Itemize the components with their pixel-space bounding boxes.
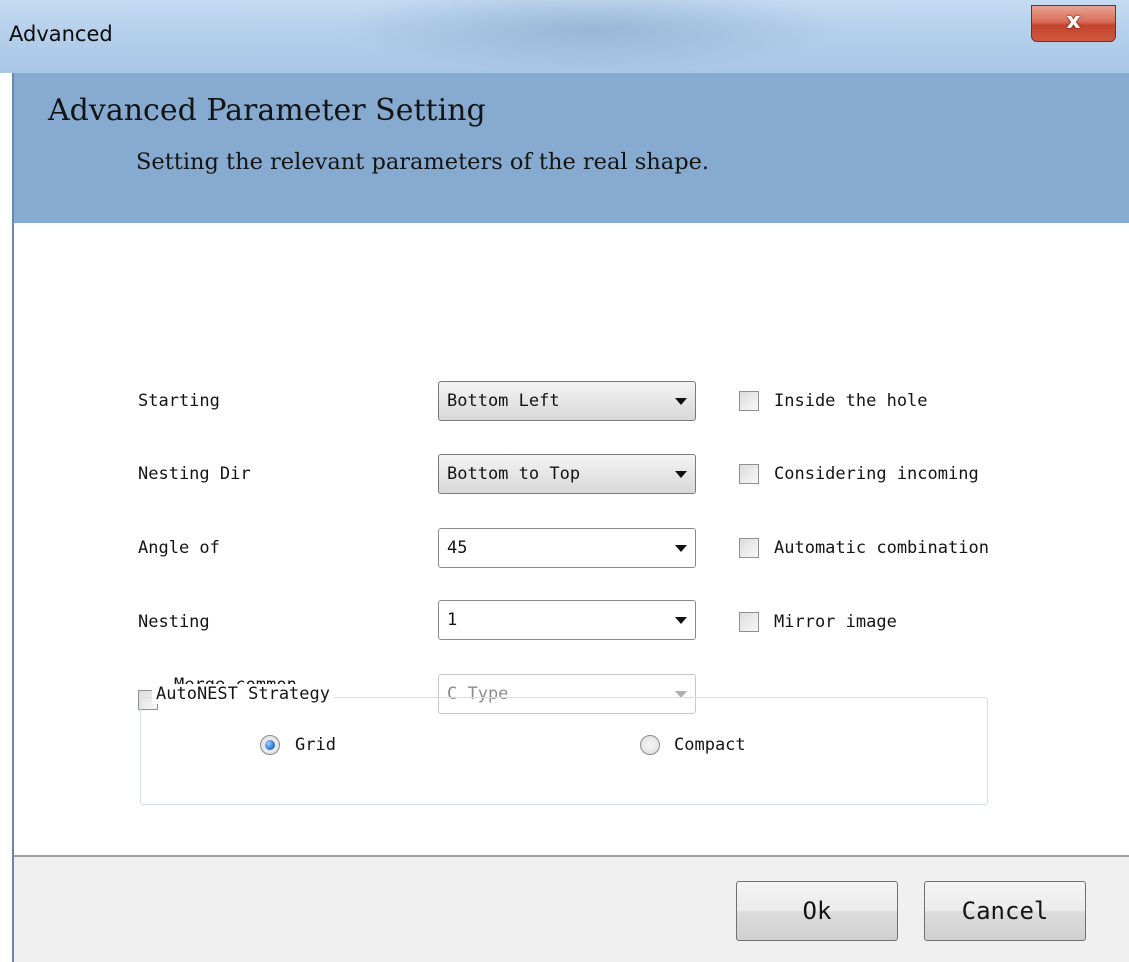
nesting-dir-combo[interactable]: Bottom to Top	[438, 454, 696, 494]
window-title: Advanced	[9, 22, 113, 46]
angle-of-combo[interactable]: 45	[438, 528, 696, 568]
chevron-down-icon[interactable]	[675, 398, 687, 405]
title-bar: Advanced x	[0, 0, 1129, 73]
compact-radio[interactable]	[640, 735, 660, 755]
nesting-combo[interactable]: 1	[438, 600, 696, 640]
inside-the-hole-label: Inside the hole	[774, 391, 928, 411]
mirror-image-label: Mirror image	[774, 612, 897, 632]
inside-the-hole-checkbox[interactable]	[739, 391, 759, 411]
close-button[interactable]: x	[1031, 5, 1116, 42]
ok-button[interactable]: Ok	[736, 881, 898, 941]
considering-incoming-label: Considering incoming	[774, 464, 979, 484]
page-subtitle: Setting the relevant parameters of the r…	[136, 149, 710, 175]
angle-of-value: 45	[447, 538, 468, 558]
cancel-button[interactable]: Cancel	[924, 881, 1086, 941]
nesting-dir-label: Nesting Dir	[138, 464, 251, 484]
nesting-value: 1	[447, 610, 458, 630]
close-icon[interactable]: x	[1032, 9, 1115, 34]
starting-value: Bottom Left	[447, 391, 560, 411]
chevron-down-icon[interactable]	[675, 545, 687, 552]
dialog-window: Advanced Parameter Setting Setting the r…	[12, 73, 1129, 962]
page-title: Advanced Parameter Setting	[48, 93, 486, 128]
starting-combo[interactable]: Bottom Left	[438, 381, 696, 421]
grid-radio[interactable]	[260, 735, 280, 755]
chevron-down-icon[interactable]	[675, 617, 687, 624]
angle-of-label: Angle of	[138, 538, 220, 558]
automatic-combination-checkbox[interactable]	[739, 538, 759, 558]
mirror-image-checkbox[interactable]	[739, 612, 759, 632]
nesting-dir-value: Bottom to Top	[447, 464, 581, 484]
header-band: Advanced Parameter Setting Setting the r…	[14, 73, 1129, 223]
grid-label: Grid	[295, 735, 336, 755]
starting-label: Starting	[138, 391, 220, 411]
automatic-combination-label: Automatic combination	[774, 538, 989, 558]
considering-incoming-checkbox[interactable]	[739, 464, 759, 484]
nesting-label: Nesting	[138, 612, 210, 632]
autonest-strategy-title: AutoNEST Strategy	[152, 684, 334, 704]
compact-label: Compact	[674, 735, 746, 755]
title-bar-sheen	[330, 0, 850, 73]
chevron-down-icon[interactable]	[675, 471, 687, 478]
